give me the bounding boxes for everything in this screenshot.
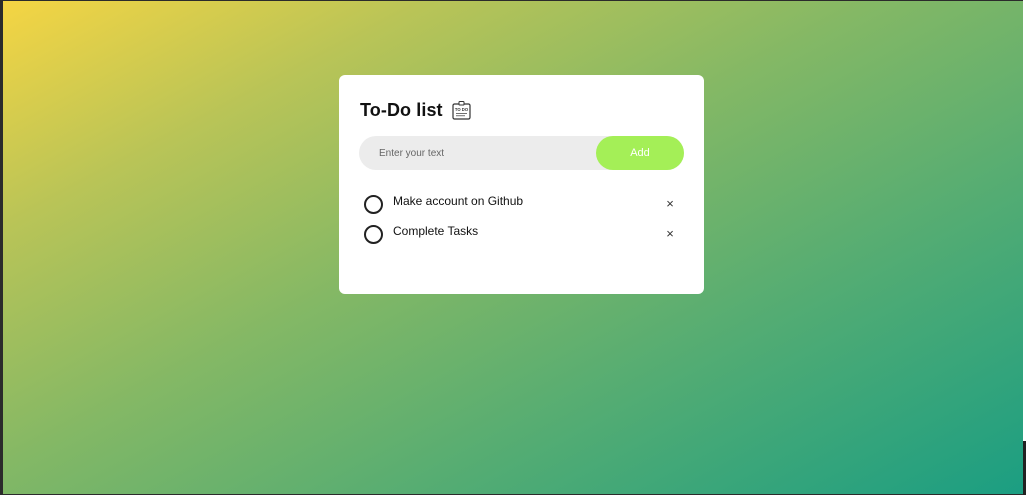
task-input[interactable] — [379, 136, 589, 170]
close-icon[interactable]: × — [661, 225, 679, 243]
header: To-Do list TO DO — [360, 100, 472, 121]
unchecked-circle-icon[interactable] — [364, 195, 383, 214]
list-item[interactable]: Make account on Github × — [363, 192, 683, 222]
todo-list-icon: TO DO — [451, 100, 472, 121]
task-text: Complete Tasks — [393, 224, 479, 238]
close-icon[interactable]: × — [661, 195, 679, 213]
task-text: Make account on Github — [393, 194, 524, 208]
unchecked-circle-icon[interactable] — [364, 225, 383, 244]
page-title: To-Do list — [360, 100, 443, 120]
task-list: Make account on Github × Complete Tasks … — [363, 192, 683, 252]
svg-text:TO DO: TO DO — [455, 107, 469, 112]
list-item[interactable]: Complete Tasks × — [363, 222, 683, 252]
add-button[interactable]: Add — [596, 136, 684, 170]
todo-card: To-Do list TO DO Add Make account on Git… — [339, 75, 704, 294]
task-input-row: Add — [359, 136, 684, 170]
